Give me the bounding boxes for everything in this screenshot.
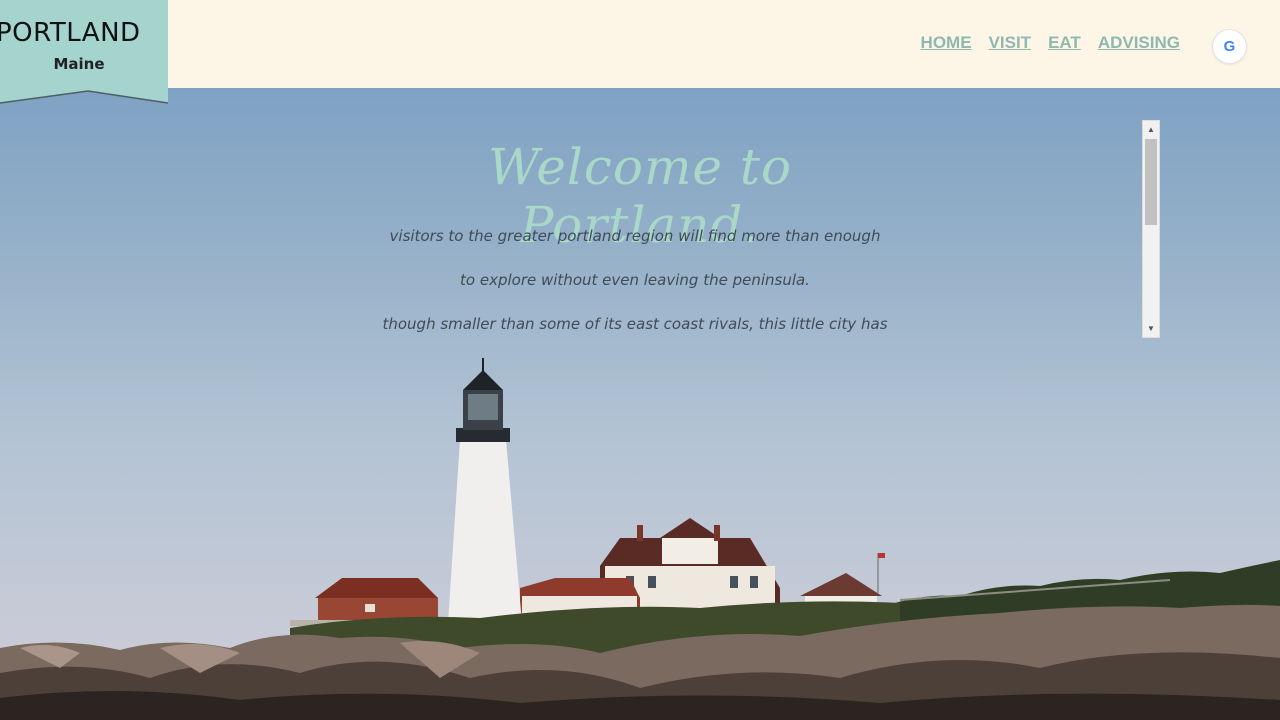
nav-eat-link[interactable]: EAT — [1048, 33, 1081, 53]
google-sign-in-button[interactable]: G — [1212, 29, 1247, 64]
nav-visit-link[interactable]: VISIT — [989, 33, 1032, 53]
main-nav: HOME VISIT EAT ADVISING — [921, 33, 1180, 53]
nav-home-link[interactable]: HOME — [921, 33, 972, 53]
site-logo[interactable]: PORTLAND Maine — [0, 0, 168, 104]
intro-line-1: visitors to the greater portland region … — [389, 227, 881, 245]
hero-section: Welcome to Portland. visitors to the gre… — [0, 88, 1280, 720]
text-scrollbar[interactable]: ▲ ▼ — [1142, 120, 1160, 338]
scroll-thumb[interactable] — [1145, 139, 1157, 225]
logo-title: PORTLAND — [0, 18, 141, 48]
logo-subtitle: Maine — [53, 55, 105, 73]
google-icon: G — [1223, 38, 1236, 55]
nav-advising-link[interactable]: ADVISING — [1098, 33, 1180, 53]
logo-banner-shape — [0, 0, 168, 104]
scroll-down-icon[interactable]: ▼ — [1143, 320, 1159, 337]
scroll-up-icon[interactable]: ▲ — [1143, 121, 1159, 138]
intro-line-2: to explore without even leaving the peni… — [460, 271, 810, 289]
intro-line-3: though smaller than some of its east coa… — [382, 315, 888, 333]
header: HOME VISIT EAT ADVISING G — [0, 0, 1280, 88]
hero-intro-text: visitors to the greater portland region … — [330, 214, 940, 346]
